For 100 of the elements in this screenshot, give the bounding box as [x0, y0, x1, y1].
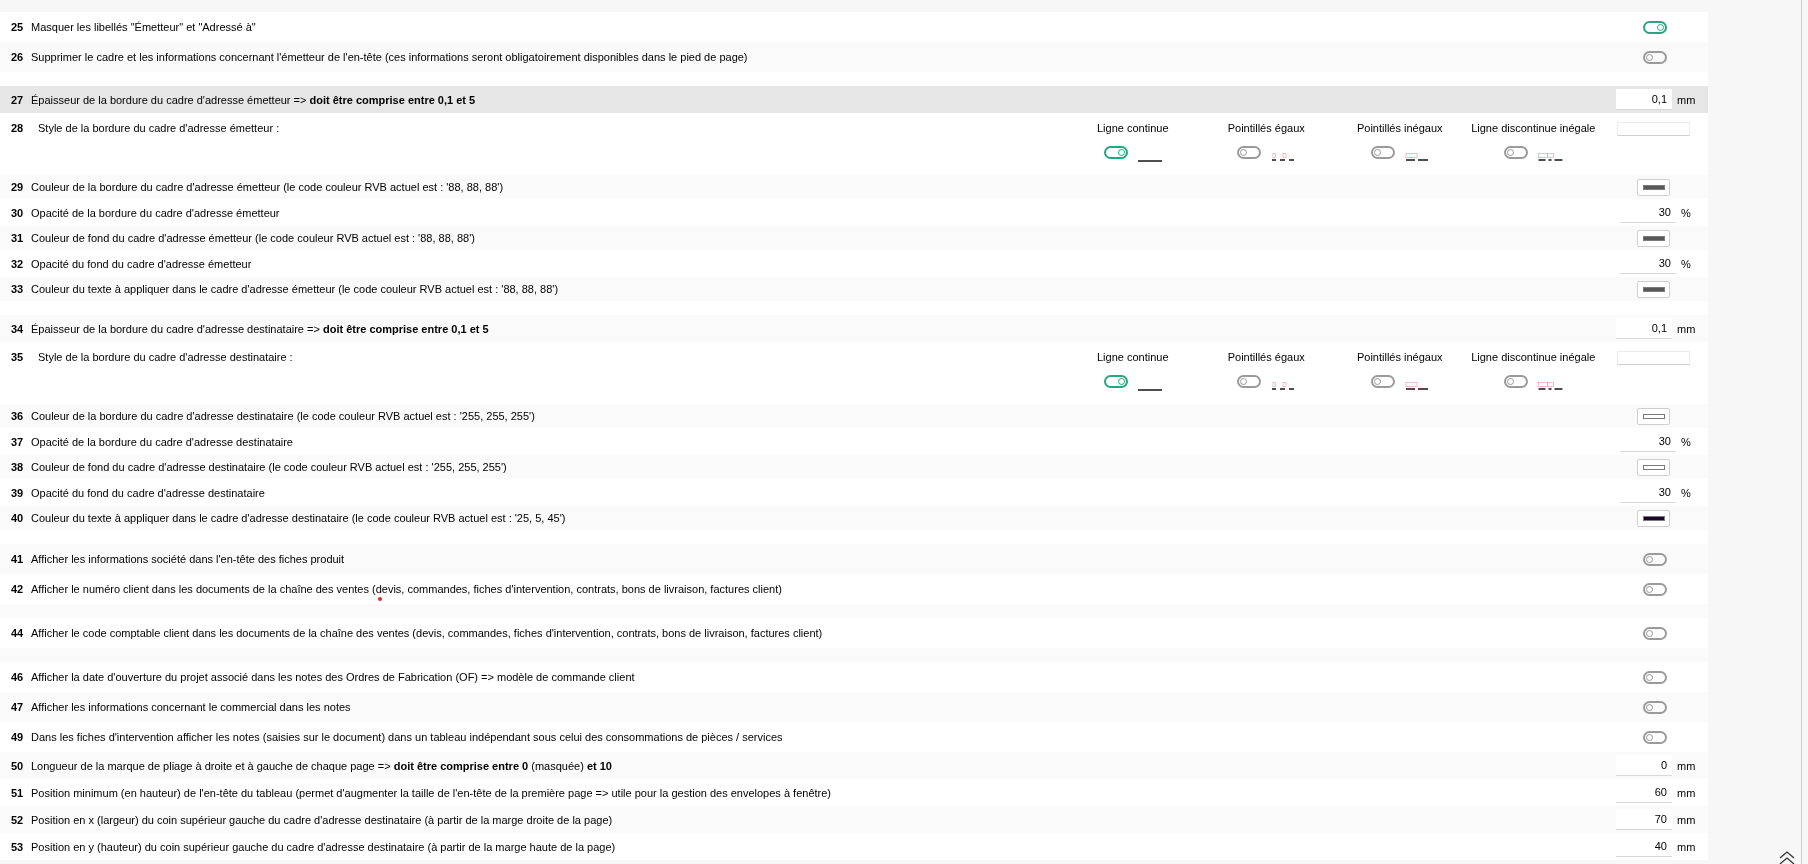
row-number: 31: [10, 231, 25, 245]
toggle-switch[interactable]: [1643, 20, 1667, 34]
row-number: 39: [10, 485, 25, 500]
row-number: 46: [10, 670, 25, 684]
solid-line-icon: [1137, 389, 1162, 391]
row-number: 51: [10, 785, 25, 800]
number-input[interactable]: 0,1: [1616, 318, 1672, 339]
color-picker-button[interactable]: [1637, 458, 1670, 476]
setting-label: Afficher la date d'ouverture du projet associé dans les notes des Ordres de Fabrication (OF) => modèle de commande client: [31, 670, 636, 684]
dash-dot-line-icon: [1537, 382, 1563, 390]
setting-label: Supprimer le cadre et les informations concernant l'émetteur de l'en-tête (ces informations seront obligatoirement disponibles dans le pied de page): [31, 50, 749, 64]
unit-label: %: [1681, 256, 1691, 271]
unit-label: %: [1681, 485, 1691, 500]
row-number: 27: [10, 92, 25, 107]
setting-label: Couleur de la bordure du cadre d'adresse destinataire (le code couleur RVB actuel est : '255, 255, 255'): [31, 409, 536, 423]
setting-label: Afficher le numéro client dans les documents de la chaîne des ventes (devis, commandes, fiches d'intervention, contrats, bons de livraison, factures client): [31, 582, 783, 596]
toggle-switch[interactable]: [1643, 670, 1667, 684]
dotted-line-icon: [1271, 382, 1296, 390]
setting-label: Masquer les libellés "Émetteur" et "Adressé à": [31, 20, 257, 34]
setting-label: Position en x (largeur) du coin supérieur gauche du cadre d'adresse destinataire (à partir de la marge droite de la page): [31, 812, 614, 827]
row-number: 29: [10, 180, 25, 194]
option-label: Ligne continue: [1096, 121, 1169, 135]
setting-label: Couleur de fond du cadre d'adresse émetteur (le code couleur RVB actuel est : '88, 88, 88'): [31, 231, 476, 245]
option-label: Ligne discontinue inégale: [1471, 350, 1596, 364]
setting-label: Épaisseur de la bordure du cadre d'adresse destinataire => doit être comprise entre 0,1 et 5: [31, 321, 490, 336]
setting-label: Longueur de la marque de pliage à droite et à gauche de chaque page => doit être comprise entre 0 (masquée) et 10: [31, 758, 613, 773]
color-picker-button[interactable]: [1637, 229, 1670, 247]
dotted-line-icon: [1271, 153, 1296, 161]
row-number: 36: [10, 409, 25, 423]
row-number: 53: [10, 839, 25, 854]
setting-label: Couleur de fond du cadre d'adresse destinataire (le code couleur RVB actuel est : '255, 255, 255'): [31, 460, 508, 474]
row-number: 52: [10, 812, 25, 827]
chevron-up-icon[interactable]: [1777, 850, 1797, 864]
setting-label: Afficher les informations concernant le commercial dans les notes: [31, 700, 352, 714]
option-label: Pointillés inégaux: [1356, 350, 1443, 364]
color-picker-button[interactable]: [1637, 407, 1670, 425]
toggle-switch[interactable]: [1643, 700, 1667, 714]
row-number: 42: [10, 582, 25, 596]
setting-label: Style de la bordure du cadre d'adresse émetteur :: [37, 121, 281, 135]
unit-label: mm: [1677, 321, 1696, 336]
toggle-switch[interactable]: [1643, 730, 1667, 744]
number-input[interactable]: 70: [1616, 809, 1672, 830]
toggle-switch[interactable]: [1237, 375, 1262, 388]
toggle-switch[interactable]: [1643, 552, 1667, 566]
toggle-switch[interactable]: [1643, 582, 1667, 596]
row-number: 47: [10, 700, 25, 714]
unit-label: %: [1681, 434, 1691, 449]
toggle-switch[interactable]: [1503, 146, 1528, 159]
setting-label: Position minimum (en hauteur) de l'en-tête du tableau (permet d'augmenter la taille de l'en-tête de la première page => utile pour la gestion des envelopes à fenêtre): [31, 785, 832, 800]
row-number: 32: [10, 256, 25, 271]
row-number: 44: [10, 626, 25, 640]
dashed-line-icon: [1404, 382, 1429, 390]
color-picker-button[interactable]: [1637, 509, 1670, 527]
setting-label: Opacité du fond du cadre d'adresse émetteur: [31, 256, 253, 271]
option-label: Pointillés égaux: [1227, 121, 1305, 135]
row-number: 40: [10, 511, 25, 525]
setting-label: Épaisseur de la bordure du cadre d'adresse émetteur => doit être comprise entre 0,1 et 5: [31, 92, 477, 107]
option-label: Ligne discontinue inégale: [1471, 121, 1596, 135]
setting-label: Couleur du texte à appliquer dans le cadre d'adresse émetteur (le code couleur RVB actuel est : '88, 88, 88'): [31, 282, 560, 296]
row-number: 26: [10, 50, 25, 64]
toggle-switch[interactable]: [1370, 375, 1395, 388]
row-number: 38: [10, 460, 25, 474]
toggle-switch[interactable]: [1103, 375, 1128, 388]
toggle-switch[interactable]: [1370, 146, 1395, 159]
row-number: 30: [10, 205, 25, 220]
row-number: 37: [10, 434, 25, 449]
unit-label: mm: [1677, 839, 1696, 854]
number-input[interactable]: 0,1: [1616, 89, 1672, 110]
row-number: 34: [10, 321, 25, 336]
row-number: 28: [10, 121, 25, 135]
setting-label: Opacité de la bordure du cadre d'adresse destinataire: [31, 434, 294, 449]
row-number: 33: [10, 282, 25, 296]
toggle-switch[interactable]: [1103, 146, 1128, 159]
unit-label: %: [1681, 205, 1691, 220]
row-number: 35: [10, 350, 25, 364]
number-input[interactable]: 0: [1616, 755, 1672, 776]
text-field[interactable]: [1617, 351, 1690, 365]
setting-label: Position en y (hauteur) du coin supérieur gauche du cadre d'adresse destinataire (à partir de la marge haute de la page): [31, 839, 617, 854]
text-field[interactable]: [1617, 122, 1690, 136]
toggle-switch[interactable]: [1503, 375, 1528, 388]
toggle-switch[interactable]: [1643, 50, 1667, 64]
setting-label: Opacité de la bordure du cadre d'adresse émetteur: [31, 205, 281, 220]
setting-label: Couleur du texte à appliquer dans le cadre d'adresse destinataire (le code couleur RVB actuel est : '25, 5, 45'): [31, 511, 567, 525]
color-picker-button[interactable]: [1637, 280, 1670, 298]
option-label: Pointillés égaux: [1227, 350, 1305, 364]
dash-dot-line-icon: [1537, 153, 1563, 161]
setting-label: Opacité du fond du cadre d'adresse destinataire: [31, 485, 266, 500]
solid-line-icon: [1137, 160, 1162, 162]
setting-label: Afficher le code comptable client dans les documents de la chaîne des ventes (devis, commandes, fiches d'intervention, contrats, bons de livraison, factures client): [31, 626, 824, 640]
setting-label: Couleur de la bordure du cadre d'adresse émetteur (le code couleur RVB actuel est : '88, 88, 88'): [31, 180, 505, 194]
row-number: 41: [10, 552, 25, 566]
toggle-switch[interactable]: [1237, 146, 1262, 159]
option-label: Pointillés inégaux: [1356, 121, 1443, 135]
color-picker-button[interactable]: [1637, 178, 1670, 196]
setting-label: Afficher les informations société dans l'en-tête des fiches produit: [31, 552, 346, 566]
unit-label: mm: [1677, 92, 1696, 107]
setting-label: Style de la bordure du cadre d'adresse destinataire :: [37, 350, 294, 364]
setting-label: Dans les fiches d'intervention afficher les notes (saisies sur le document) dans un tableau indépendant sous celui des consommations de pièces / services: [31, 730, 784, 744]
row-number: 25: [10, 20, 25, 34]
toggle-switch[interactable]: [1643, 626, 1667, 640]
